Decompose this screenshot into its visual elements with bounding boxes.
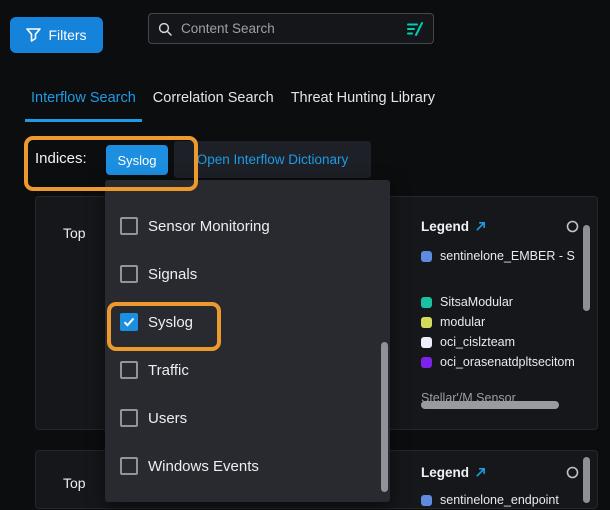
legend-item-label: SitsaModular — [440, 295, 513, 309]
top-selector-label: Top — [63, 475, 86, 491]
dropdown-option-sensor-monitoring[interactable]: Sensor Monitoring — [105, 202, 390, 250]
search-icon — [158, 22, 172, 36]
filter-funnel-icon — [26, 28, 41, 42]
legend-swatch — [421, 297, 432, 308]
legend-title: Legend — [421, 219, 469, 234]
legend-swatch — [421, 317, 432, 328]
indices-label: Indices: — [35, 150, 87, 167]
legend-vertical-scrollbar[interactable] — [583, 225, 590, 311]
content-search-box[interactable] — [148, 13, 434, 44]
legend-header: Legend — [421, 465, 579, 480]
legend-header: Legend — [421, 219, 579, 234]
legend-item-label: sentinelone_EMBER - S — [440, 249, 575, 263]
legend-item-label: modular — [440, 315, 485, 329]
legend-item[interactable]: modular — [421, 312, 579, 332]
filters-button-label: Filters — [48, 27, 86, 43]
legend-item[interactable]: sentinelone_endpoint — [421, 490, 579, 510]
legend-swatch — [421, 357, 432, 368]
indices-dropdown-menu: Sensor Monitoring Signals Syslog Traffic… — [105, 180, 390, 502]
open-interflow-dictionary-link[interactable]: Open Interflow Dictionary — [197, 152, 349, 167]
app-screen: Filters Interflow Search Correlation Sea… — [0, 0, 610, 510]
checkbox[interactable] — [120, 313, 138, 331]
dropdown-option-syslog[interactable]: Syslog — [105, 298, 390, 346]
dropdown-option-windows-events[interactable]: Windows Events — [105, 442, 390, 490]
circle-indicator-icon[interactable] — [566, 220, 579, 233]
dropdown-option-label: Users — [148, 410, 187, 427]
dropdown-option-signals[interactable]: Signals — [105, 250, 390, 298]
search-input[interactable] — [179, 20, 399, 37]
checkbox[interactable] — [120, 457, 138, 475]
checkbox[interactable] — [120, 265, 138, 283]
circle-indicator-icon[interactable] — [566, 466, 579, 479]
legend-swatch — [421, 251, 432, 262]
dropdown-option-label: Sensor Monitoring — [148, 218, 270, 235]
legend-horizontal-scrollbar[interactable] — [421, 401, 559, 409]
legend-item-label: sentinelone_endpoint — [440, 493, 559, 507]
tab-correlation-search[interactable]: Correlation Search — [147, 90, 280, 122]
legend-item[interactable]: SitsaModular — [421, 292, 579, 312]
dropdown-option-label: Signals — [148, 266, 197, 283]
checkbox[interactable] — [120, 361, 138, 379]
dropdown-scrollbar[interactable] — [381, 342, 388, 492]
dropdown-option-users[interactable]: Users — [105, 394, 390, 442]
legend-swatch — [421, 495, 432, 506]
filters-button[interactable]: Filters — [10, 17, 103, 53]
dictionary-link-panel: Open Interflow Dictionary — [174, 141, 371, 178]
tab-interflow-search[interactable]: Interflow Search — [25, 90, 142, 122]
indices-selected-button[interactable]: Syslog — [106, 145, 168, 175]
legend-item-label: oci_cislzteam — [440, 335, 515, 349]
legend-title: Legend — [421, 465, 469, 480]
dropdown-option-label: Traffic — [148, 362, 189, 379]
dropdown-option-label: Windows Events — [148, 458, 259, 475]
legend-panel: Legend sentinelone_endpoint — [421, 465, 579, 510]
legend-item[interactable]: oci_cislzteam — [421, 332, 579, 352]
dropdown-option-label: Syslog — [148, 314, 193, 331]
checkbox[interactable] — [120, 409, 138, 427]
legend-item[interactable]: oci_orasenatdpltsecitom — [421, 352, 579, 372]
legend-panel: Legend sentinelone_EMBER - S SitsaModula… — [421, 219, 579, 408]
legend-item-label: oci_orasenatdpltsecitom — [440, 355, 575, 369]
legend-vertical-scrollbar[interactable] — [583, 457, 590, 503]
legend-item[interactable]: sentinelone_EMBER - S — [421, 246, 579, 266]
top-selector-label: Top — [63, 225, 86, 241]
checkbox[interactable] — [120, 217, 138, 235]
legend-open-arrow-icon[interactable] — [475, 221, 486, 232]
legend-swatch — [421, 337, 432, 348]
search-tabs: Interflow Search Correlation Search Thre… — [25, 90, 446, 122]
legend-open-arrow-icon[interactable] — [475, 467, 486, 478]
dropdown-option-traffic[interactable]: Traffic — [105, 346, 390, 394]
tab-threat-hunting-library[interactable]: Threat Hunting Library — [285, 90, 441, 122]
interflow-filter-icon[interactable] — [406, 22, 424, 36]
